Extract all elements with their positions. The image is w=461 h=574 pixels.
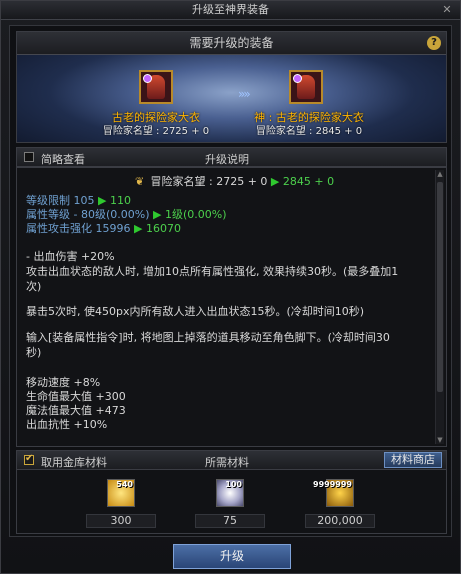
effect-line: - 出血伤害 +20% — [26, 250, 115, 263]
gem-icon — [293, 74, 302, 83]
equipment-panel: 需要升级的装备 ? »» 古老的探险家大衣 冒险家名望 : 2725 + 0 神… — [16, 31, 447, 143]
stat-from: 属性攻击强化 15996 — [26, 222, 131, 235]
materials-header: 取用金库材料 所需材料 材料商店 — [16, 450, 447, 470]
effect-line: 输入[装备属性指令]时, 将地图上掉落的道具移动至角色脚下。(冷却时间30 — [26, 331, 390, 344]
arrow-icon: ▶ — [134, 222, 143, 235]
source-item-slot[interactable] — [139, 70, 173, 104]
window-title: 升级至神界装备 — [192, 3, 269, 16]
fame-to: 2845 + 0 — [282, 175, 335, 188]
description-scrollbar[interactable]: ▲ ▼ — [435, 170, 444, 444]
window-titlebar[interactable]: 升级至神界装备 ✕ — [1, 1, 460, 20]
use-vault-label[interactable]: 取用金库材料 — [41, 454, 107, 470]
scrollbar-thumb[interactable] — [437, 182, 443, 392]
gold-coins-icon[interactable]: 9999999 — [313, 479, 354, 507]
gem-icon — [143, 74, 152, 83]
equipment-panel-title: 需要升级的装备 — [189, 36, 274, 50]
materials-panel: 540 100 9999999 300 75 200,000 — [16, 470, 447, 534]
use-vault-checkbox[interactable] — [24, 453, 34, 465]
effect-line: 暴击5次时, 使450px内所有敌人进入出血状态15秒。(冷却时间10秒) — [26, 305, 365, 318]
scroll-down-icon[interactable]: ▼ — [436, 436, 444, 444]
fame-from: 冒险家名望 : 2725 + 0 — [150, 175, 268, 188]
description-panel[interactable]: ❦ 冒险家名望 : 2725 + 0 ▶ 2845 + 0 等级限制 105 ▶… — [16, 167, 447, 447]
target-item-slot[interactable] — [289, 70, 323, 104]
upgrade-arrow-icon: »» — [238, 87, 251, 101]
target-item-fame: 冒险家名望 : 2845 + 0 — [255, 126, 363, 137]
effect-line: 次) — [26, 280, 42, 293]
material-stack-count: 540 — [116, 480, 133, 489]
stat-to: 16070 — [145, 222, 181, 235]
crystal-icon[interactable]: 540 — [107, 479, 135, 507]
materials-title: 所需材料 — [205, 456, 249, 469]
effect-line: 攻击出血状态的敌人时, 增加10点所有属性强化, 效果持续30秒。(最多叠加1 — [26, 265, 399, 278]
help-icon[interactable]: ? — [427, 36, 441, 50]
fame-icon: ❦ — [135, 175, 145, 188]
effect-line: 秒) — [26, 346, 42, 359]
close-icon[interactable]: ✕ — [440, 3, 454, 17]
orb-icon[interactable]: 100 — [216, 479, 244, 507]
material-stack-count: 100 — [225, 480, 242, 489]
source-item-fame: 冒险家名望 : 2725 + 0 — [102, 126, 210, 137]
material-stack-count: 9999999 — [313, 480, 352, 489]
upgrade-button[interactable]: 升级 — [173, 544, 291, 569]
stat-change-row: 属性攻击强化 15996 ▶ 16070 — [26, 220, 181, 236]
scroll-up-icon[interactable]: ▲ — [436, 170, 444, 178]
brief-view-checkbox[interactable] — [24, 152, 34, 162]
effect-line: 出血抗性 +10% — [26, 418, 108, 431]
brief-view-label[interactable]: 简略查看 — [41, 151, 85, 167]
material-quantity: 75 — [195, 514, 265, 528]
description-title: 升级说明 — [205, 153, 249, 166]
material-quantity: 200,000 — [305, 514, 375, 528]
fame-change-line: ❦ 冒险家名望 : 2725 + 0 ▶ 2845 + 0 — [135, 173, 334, 189]
material-shop-button[interactable]: 材料商店 — [384, 452, 442, 468]
upgrade-window: 升级至神界装备 ✕ 需要升级的装备 ? »» 古老的探险家大衣 冒险家名望 : … — [0, 0, 461, 574]
material-quantity: 300 — [86, 514, 156, 528]
description-header: 简略查看 升级说明 — [16, 147, 447, 167]
equipment-panel-header: 需要升级的装备 ? — [17, 32, 446, 55]
arrow-icon: ▶ — [270, 175, 280, 188]
